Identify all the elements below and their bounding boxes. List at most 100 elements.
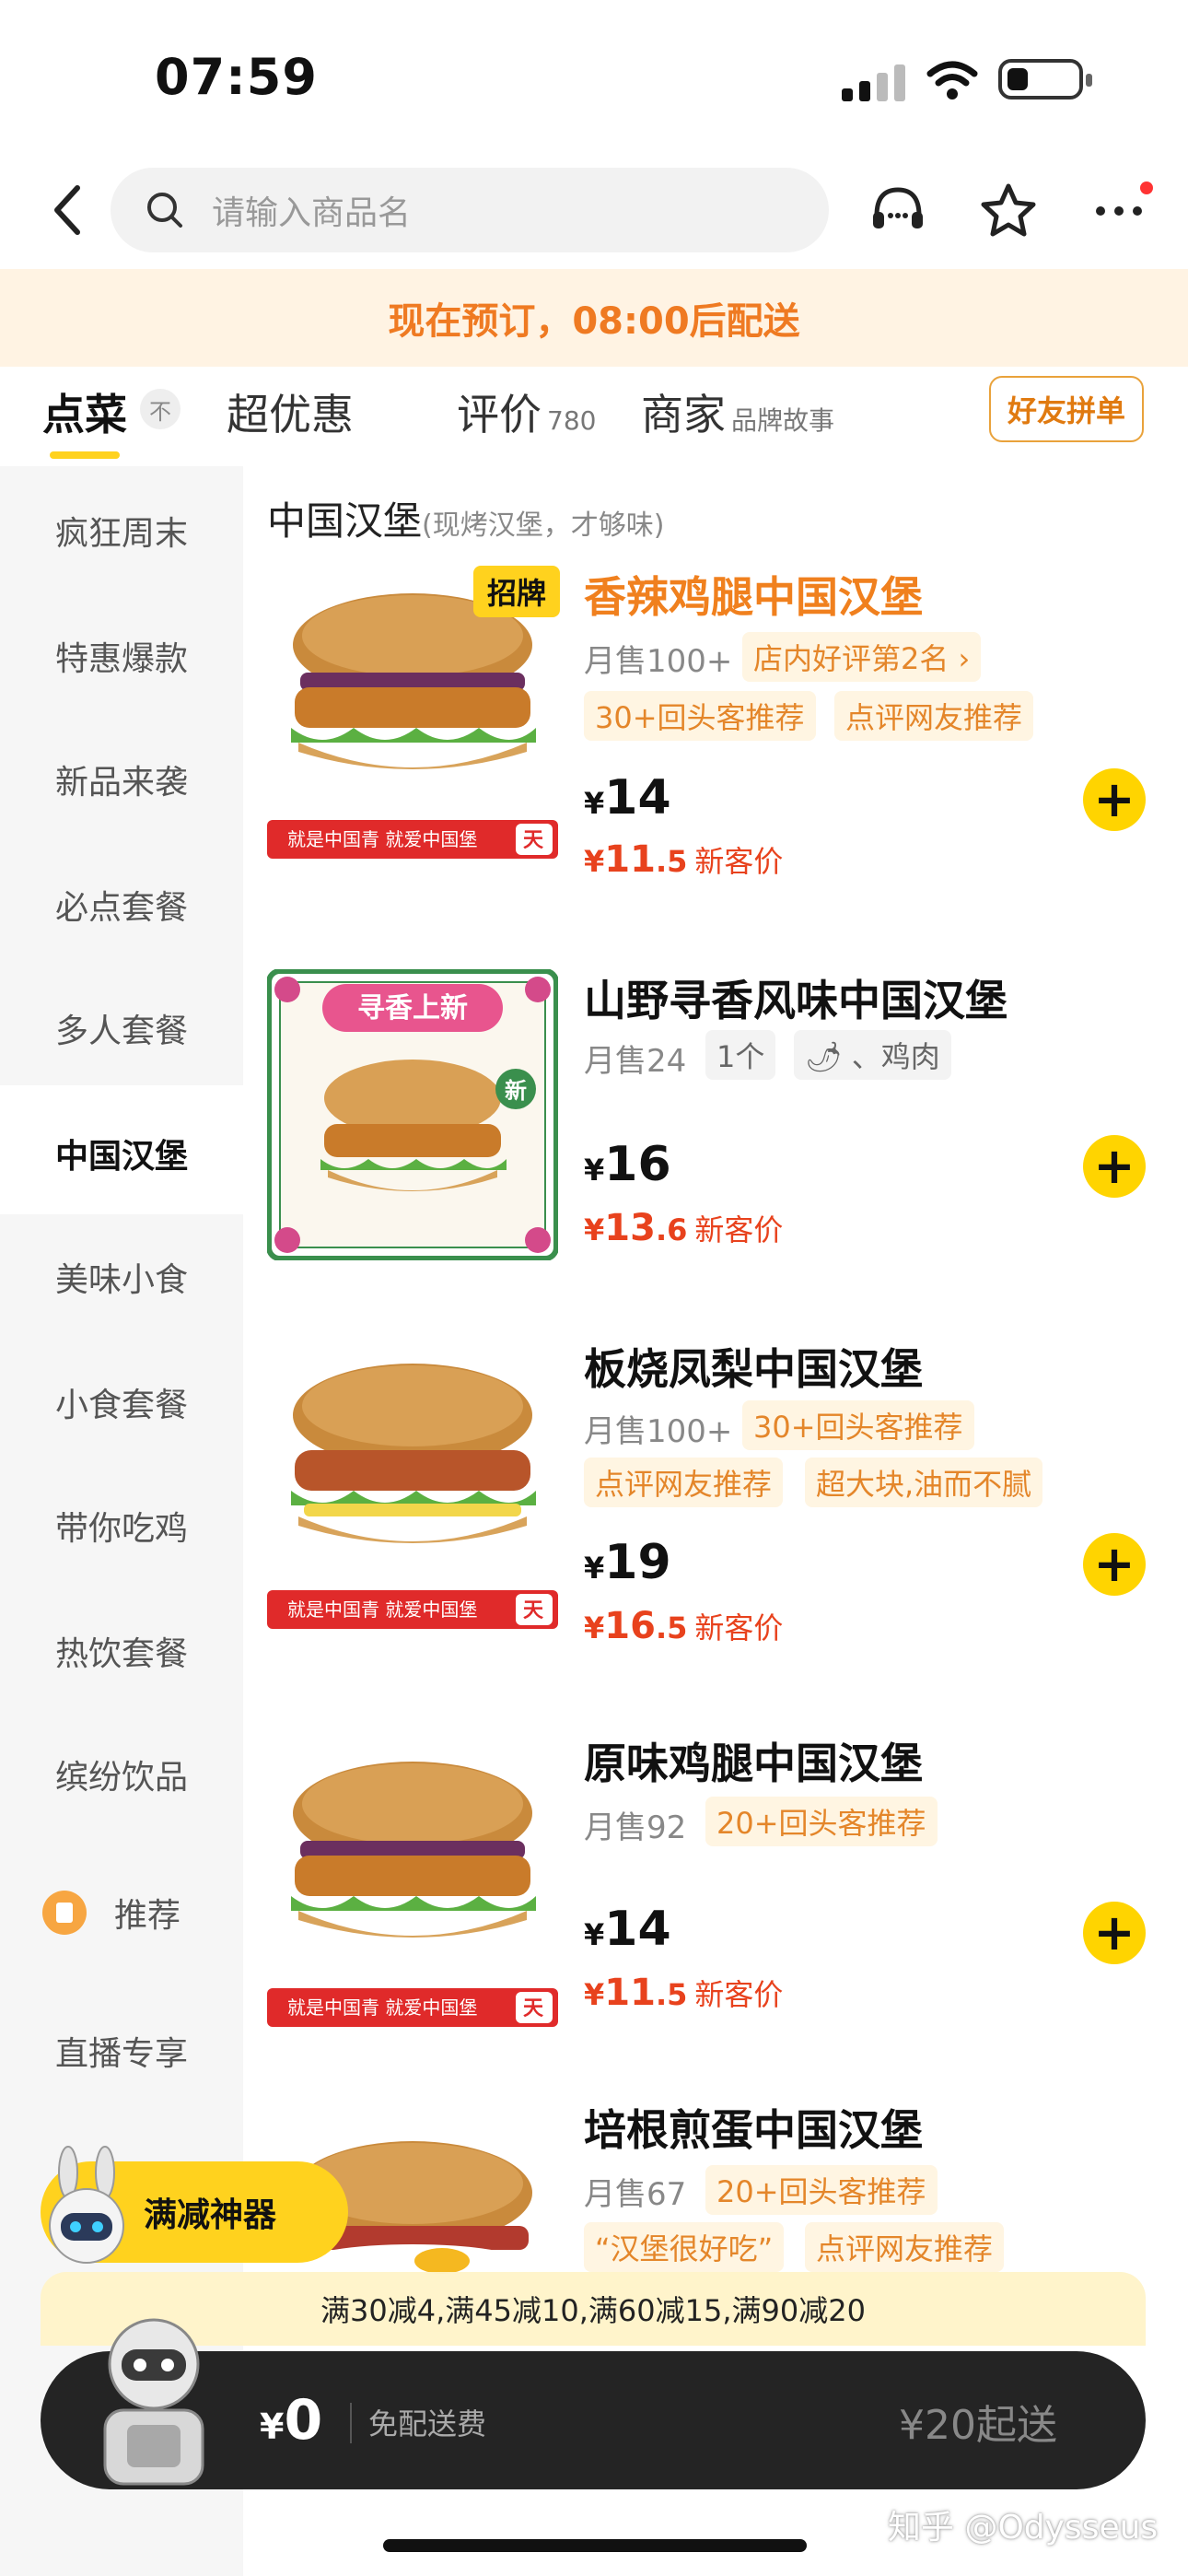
product-name[interactable]: 培根煎蛋中国汉堡 bbox=[584, 2097, 923, 2158]
product-tag: 超大块,油而不腻 bbox=[805, 1458, 1043, 1507]
currency-symbol: ¥ bbox=[584, 1977, 605, 2012]
cart-total: ¥0 bbox=[260, 2388, 322, 2453]
product-tag: 20+回头客推荐 bbox=[705, 2165, 938, 2215]
product-tag: “汉堡很好吃” bbox=[584, 2222, 785, 2272]
new-price-dec: .5 bbox=[655, 1610, 688, 1645]
add-to-cart-button[interactable]: + bbox=[1083, 768, 1146, 831]
product-tag: 1个 bbox=[705, 1030, 776, 1080]
new-customer-price: ¥11.5 新客价 bbox=[584, 1972, 783, 2014]
product-sales: 月售92 bbox=[584, 1809, 687, 1846]
category-hot-deals[interactable]: 特惠爆款 bbox=[0, 632, 243, 680]
tab-merchant[interactable]: 商家 品牌故事 bbox=[641, 381, 834, 442]
product-name[interactable]: 山野寻香风味中国汉堡 bbox=[584, 967, 1007, 1028]
product-price: ¥14 bbox=[584, 770, 671, 825]
new-price-int: 11 bbox=[604, 838, 656, 881]
category-snack-combos[interactable]: 小食套餐 bbox=[0, 1378, 243, 1426]
new-price-dec: .5 bbox=[655, 844, 688, 879]
product-sales: 月售100+ bbox=[584, 1413, 733, 1450]
customer-service-icon[interactable] bbox=[866, 179, 930, 243]
product-name[interactable]: 原味鸡腿中国汉堡 bbox=[584, 1730, 923, 1791]
new-price-label: 新客价 bbox=[694, 1610, 784, 1645]
cart-robot-icon[interactable] bbox=[76, 2309, 232, 2493]
status-time: 07:59 bbox=[155, 48, 318, 106]
add-to-cart-button[interactable]: + bbox=[1083, 1902, 1146, 1964]
new-card-badge: 新 bbox=[505, 1078, 527, 1104]
category-live-exclusive[interactable]: 直播专享 bbox=[0, 2027, 243, 2075]
product-4-ribbon-badge: 天 bbox=[523, 1997, 544, 2020]
back-icon[interactable] bbox=[48, 181, 88, 240]
product-tag: 点评网友推荐 bbox=[584, 1458, 784, 1507]
currency-symbol: ¥ bbox=[584, 1153, 605, 1188]
currency-symbol: ¥ bbox=[584, 1212, 605, 1247]
notification-dot bbox=[1140, 181, 1153, 194]
brand-story-label: 品牌故事 bbox=[731, 405, 835, 436]
wifi-icon bbox=[926, 61, 978, 100]
friend-group-order-button[interactable]: 好友拼单 bbox=[989, 376, 1144, 442]
price-value: 19 bbox=[604, 1535, 671, 1590]
section-subtitle: (现烤汉堡，才够味) bbox=[422, 509, 665, 542]
tab-deals[interactable]: 超优惠 bbox=[227, 381, 354, 442]
category-recommend[interactable]: 推荐 bbox=[55, 1889, 239, 1937]
product-tag: 点评网友推荐 bbox=[805, 2222, 1005, 2272]
pin-top-icon[interactable]: 不 bbox=[140, 389, 181, 429]
category-new[interactable]: 新品来袭 bbox=[0, 755, 243, 803]
new-customer-price: ¥16.5 新客价 bbox=[584, 1605, 783, 1647]
category-group-combos[interactable]: 多人套餐 bbox=[0, 1004, 243, 1052]
category-chicken[interactable]: 带你吃鸡 bbox=[0, 1502, 243, 1550]
product-4-ribbon-text: 就是中国青 就爱中国堡 bbox=[287, 1996, 477, 2019]
product-tag[interactable]: 店内好评第2名 › bbox=[742, 632, 982, 682]
signal-icon bbox=[842, 64, 905, 101]
active-tab-underline bbox=[50, 451, 120, 459]
product-image-pineapple-burger[interactable]: 就是中国青 就爱中国堡 天 bbox=[267, 1341, 558, 1633]
new-customer-price: ¥11.5 新客价 bbox=[584, 838, 783, 881]
tab-reviews[interactable]: 评价 780 bbox=[457, 381, 596, 442]
currency-symbol: ¥ bbox=[584, 1610, 605, 1645]
product-name[interactable]: 香辣鸡腿中国汉堡 bbox=[584, 564, 923, 625]
add-to-cart-button[interactable]: + bbox=[1083, 1135, 1146, 1198]
product-tag: 30+回头客推荐 bbox=[742, 1400, 974, 1450]
currency-symbol: ¥ bbox=[584, 1551, 605, 1586]
product-tag: 30+回头客推荐 bbox=[584, 691, 816, 741]
price-value: 16 bbox=[604, 1137, 671, 1192]
product-image-mountain-burger[interactable]: 寻香上新 新 bbox=[267, 969, 558, 1260]
tab-reviews-label: 评价 bbox=[457, 390, 542, 439]
category-crazy-weekend[interactable]: 疯狂周末 bbox=[0, 507, 243, 555]
category-hot-drink-combos[interactable]: 热饮套餐 bbox=[0, 1627, 243, 1675]
category-drinks[interactable]: 缤纷饮品 bbox=[0, 1751, 243, 1798]
favorite-star-icon[interactable] bbox=[976, 179, 1041, 243]
category-chinese-burger[interactable]: 中国汉堡 bbox=[0, 1130, 243, 1177]
price-value: 14 bbox=[604, 1902, 671, 1957]
new-price-label: 新客价 bbox=[694, 1977, 784, 2012]
product-tag: 点评网友推荐 bbox=[834, 691, 1034, 741]
new-price-dec: .5 bbox=[655, 1977, 688, 2012]
tab-order[interactable]: 点菜 bbox=[42, 381, 127, 442]
product-sales: 月售100+ bbox=[584, 643, 733, 680]
search-input[interactable]: 请输入商品名 bbox=[111, 168, 829, 252]
new-card-header: 寻香上新 bbox=[357, 992, 468, 1025]
search-placeholder: 请输入商品名 bbox=[212, 194, 412, 232]
product-sales: 月售67 bbox=[584, 2176, 687, 2213]
price-value: 14 bbox=[604, 770, 671, 825]
product-tag: 20+回头客推荐 bbox=[705, 1797, 938, 1846]
product-price: ¥16 bbox=[584, 1137, 671, 1192]
signature-badge: 招牌 bbox=[473, 566, 560, 617]
category-snacks[interactable]: 美味小食 bbox=[0, 1253, 243, 1301]
add-to-cart-button[interactable]: + bbox=[1083, 1533, 1146, 1596]
review-count: 780 bbox=[547, 405, 597, 436]
currency-symbol: ¥ bbox=[584, 786, 605, 821]
product-3-ribbon-text: 就是中国青 就爱中国堡 bbox=[287, 1598, 477, 1621]
currency-symbol: ¥ bbox=[584, 1917, 605, 1952]
product-1-ribbon-text: 就是中国青 就爱中国堡 bbox=[287, 828, 477, 850]
new-price-int: 11 bbox=[604, 1972, 656, 2014]
product-sales: 月售24 bbox=[584, 1043, 687, 1080]
new-price-dec: .6 bbox=[655, 1212, 688, 1247]
product-name[interactable]: 板烧凤梨中国汉堡 bbox=[584, 1336, 923, 1397]
product-1-ribbon-badge: 天 bbox=[523, 829, 544, 852]
category-must-order-combos[interactable]: 必点套餐 bbox=[0, 881, 243, 929]
watermark: 知乎 @Odysseus bbox=[888, 2509, 1159, 2547]
tab-deals-label: 超优惠 bbox=[227, 390, 354, 439]
tab-merchant-label: 商家 bbox=[641, 390, 726, 439]
new-price-label: 新客价 bbox=[694, 1212, 784, 1247]
home-indicator[interactable] bbox=[383, 2539, 807, 2552]
product-image-original-chicken-burger[interactable]: 就是中国青 就爱中国堡 天 bbox=[267, 1739, 558, 2031]
